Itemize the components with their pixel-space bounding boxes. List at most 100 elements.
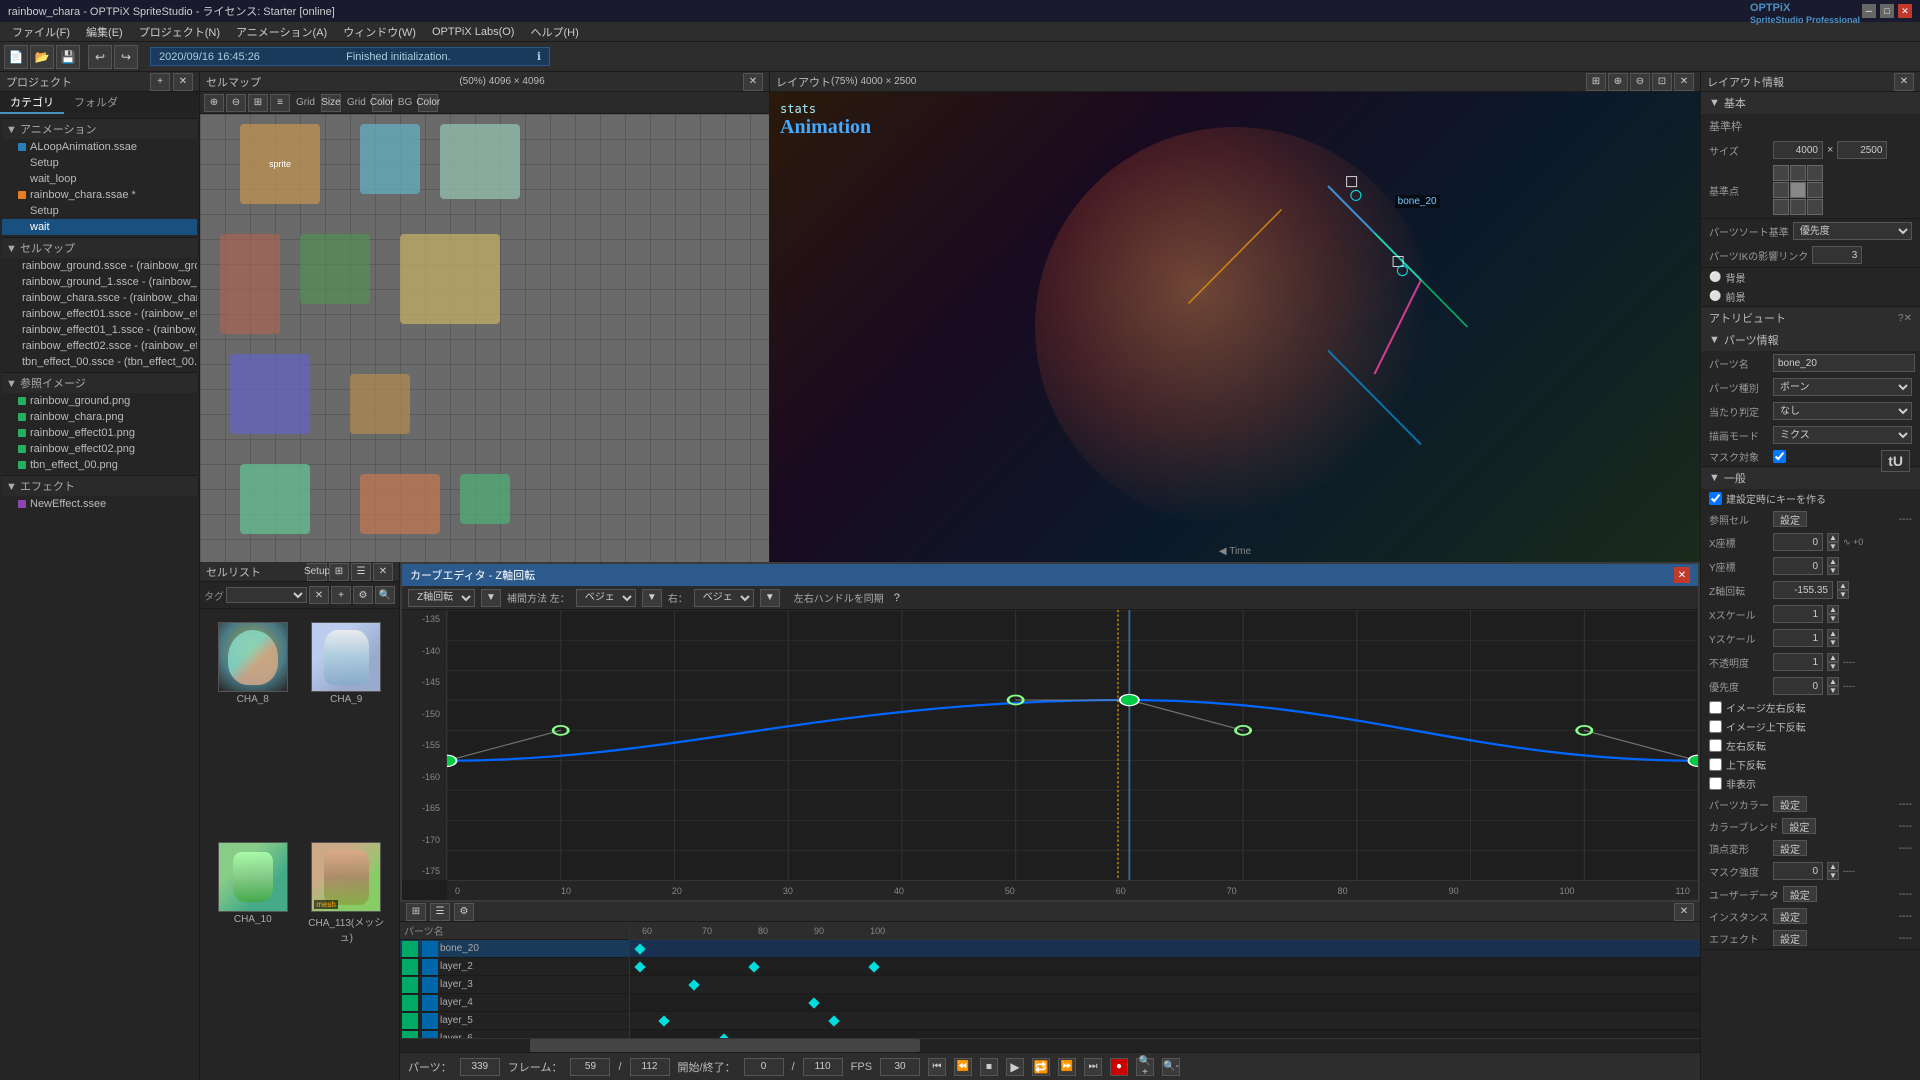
- anim-layout-btn[interactable]: ⊞: [1586, 73, 1606, 91]
- redo-button[interactable]: ↪: [114, 45, 138, 69]
- rp-y-input[interactable]: [1773, 557, 1823, 575]
- tab-category[interactable]: カテゴリ: [0, 92, 64, 114]
- project-close-button[interactable]: ✕: [173, 73, 193, 91]
- tree-item-chara-ssce[interactable]: rainbow_chara.ssce - (rainbow_chara...: [2, 290, 197, 306]
- menu-project[interactable]: プロジェクト(N): [131, 22, 228, 42]
- anim-zoom-in[interactable]: ⊕: [1608, 73, 1628, 91]
- interp-right-select[interactable]: ベジェ: [694, 589, 754, 607]
- minimize-button[interactable]: ─: [1862, 4, 1876, 18]
- rp-hidden-checkbox[interactable]: [1709, 777, 1722, 790]
- rp-priority-input[interactable]: [1773, 677, 1823, 695]
- rp-size-h[interactable]: [1837, 141, 1887, 159]
- tl-close-btn[interactable]: ✕: [1674, 903, 1694, 921]
- play-loop-btn[interactable]: 🔁: [1032, 1058, 1050, 1076]
- menu-file[interactable]: ファイル(F): [4, 22, 78, 42]
- fps-input[interactable]: [880, 1058, 920, 1076]
- rp-vertexcolor-setbtn[interactable]: 設定: [1773, 796, 1807, 812]
- new-button[interactable]: 📄: [4, 45, 28, 69]
- rp-close-btn[interactable]: ✕: [1894, 73, 1914, 91]
- tree-item-chara[interactable]: rainbow_chara.ssae *: [2, 187, 197, 203]
- interp-left-dropdown[interactable]: ▼: [642, 589, 662, 607]
- rp-xscale-input[interactable]: [1773, 605, 1823, 623]
- rp-draw-select[interactable]: ミクス: [1773, 426, 1912, 444]
- rp-maskint-up[interactable]: ▲: [1827, 862, 1839, 871]
- tree-item-ground1[interactable]: rainbow_ground_1.ssce - (rainbow_g...: [2, 274, 197, 290]
- tl-row-4[interactable]: layer_4: [400, 994, 629, 1012]
- tag-add-btn[interactable]: +: [331, 586, 351, 604]
- origin-ml[interactable]: [1773, 182, 1789, 198]
- rp-priority-down[interactable]: ▼: [1827, 686, 1839, 695]
- anim-close-btn[interactable]: ✕: [1674, 73, 1694, 91]
- cell-item-cha8[interactable]: CHA_8: [208, 617, 298, 833]
- tree-effect[interactable]: NewEffect.ssee: [2, 496, 197, 512]
- menu-edit[interactable]: 編集(E): [78, 22, 131, 42]
- rp-size-w[interactable]: [1773, 141, 1823, 159]
- start-frame-input[interactable]: [744, 1058, 784, 1076]
- zoom-out-btn[interactable]: ⊖: [226, 94, 246, 112]
- origin-tc[interactable]: [1790, 165, 1806, 181]
- rp-xscale-up[interactable]: ▲: [1827, 605, 1839, 614]
- grid-view-btn[interactable]: ⊞: [248, 94, 268, 112]
- zoom-tl-out[interactable]: 🔍-: [1162, 1058, 1180, 1076]
- tree-img-tbn[interactable]: tbn_effect_00.png: [2, 457, 197, 473]
- tree-item-effect02[interactable]: rainbow_effect02.ssce - (rainbow_effe...: [2, 338, 197, 354]
- go-last-btn[interactable]: ⏭: [1084, 1058, 1102, 1076]
- rp-maskint-down[interactable]: ▼: [1827, 871, 1839, 880]
- tree-item-chara-setup[interactable]: Setup: [2, 203, 197, 219]
- rp-colorblend-setbtn[interactable]: 設定: [1782, 818, 1816, 834]
- rp-zrot-up[interactable]: ▲: [1837, 581, 1849, 590]
- tl-btn2[interactable]: ☰: [430, 903, 450, 921]
- rp-yscale-down[interactable]: ▼: [1827, 638, 1839, 647]
- tl-row-2[interactable]: layer_2: [400, 958, 629, 976]
- tree-item-tbn[interactable]: tbn_effect_00.ssce - (tbn_effect_00.png: [2, 354, 197, 370]
- attr-dropdown-btn[interactable]: ▼: [481, 589, 501, 607]
- rp-flipud-checkbox[interactable]: [1709, 758, 1722, 771]
- origin-bc[interactable]: [1790, 199, 1806, 215]
- rp-zrot-input[interactable]: [1773, 581, 1833, 599]
- rp-effect-setbtn[interactable]: 設定: [1773, 930, 1807, 946]
- menu-animation[interactable]: アニメーション(A): [228, 22, 335, 42]
- step-fwd-btn[interactable]: ⏩: [1058, 1058, 1076, 1076]
- cellmap-close-btn[interactable]: ✕: [743, 73, 763, 91]
- curve-editor-close-btn[interactable]: ✕: [1674, 567, 1690, 583]
- tree-item-wait[interactable]: wait: [2, 219, 197, 235]
- rp-zrot-down[interactable]: ▼: [1837, 590, 1849, 599]
- tree-img-ground[interactable]: rainbow_ground.png: [2, 393, 197, 409]
- tag-search-btn[interactable]: 🔍: [375, 586, 395, 604]
- tl-row-6[interactable]: layer_6: [400, 1030, 629, 1038]
- list-view-btn[interactable]: ≡: [270, 94, 290, 112]
- origin-mr[interactable]: [1807, 182, 1823, 198]
- tree-img-effect01[interactable]: rainbow_effect01.png: [2, 425, 197, 441]
- end-frame-input[interactable]: [803, 1058, 843, 1076]
- total-frame-input[interactable]: [630, 1058, 670, 1076]
- zoom-tl-in[interactable]: 🔍+: [1136, 1058, 1154, 1076]
- maximize-button[interactable]: □: [1880, 4, 1894, 18]
- tree-item-ground[interactable]: rainbow_ground.ssce - (rainbow_gro...: [2, 258, 197, 274]
- rp-fliplr-checkbox[interactable]: [1709, 739, 1722, 752]
- origin-br[interactable]: [1807, 199, 1823, 215]
- rp-yscale-input[interactable]: [1773, 629, 1823, 647]
- go-first-btn[interactable]: ⏮: [928, 1058, 946, 1076]
- rp-y-up[interactable]: ▲: [1827, 557, 1839, 566]
- close-button[interactable]: ✕: [1898, 4, 1912, 18]
- anim-zoom-out[interactable]: ⊖: [1630, 73, 1650, 91]
- tag-settings-btn[interactable]: ⚙: [353, 586, 373, 604]
- open-button[interactable]: 📂: [30, 45, 54, 69]
- current-frame-input[interactable]: [570, 1058, 610, 1076]
- cell-item-cha9[interactable]: CHA_9: [302, 617, 392, 833]
- tree-item-effect01[interactable]: rainbow_effect01.ssce - (rainbow_effe...: [2, 306, 197, 322]
- tl-btn1[interactable]: ⊞: [406, 903, 426, 921]
- tag-select[interactable]: [226, 587, 307, 603]
- rp-mask-checkbox[interactable]: [1773, 450, 1786, 463]
- attribute-select[interactable]: Z軸回転: [408, 589, 475, 607]
- cell-grid-btn[interactable]: ⊞: [329, 563, 349, 581]
- timeline-scrollbar[interactable]: [400, 1038, 1700, 1052]
- interp-right-dropdown[interactable]: ▼: [760, 589, 780, 607]
- rp-createkey-checkbox[interactable]: [1709, 492, 1722, 505]
- rp-partname-input[interactable]: [1773, 354, 1915, 372]
- tag-clear-btn[interactable]: ✕: [309, 586, 329, 604]
- rp-fliph-checkbox[interactable]: [1709, 701, 1722, 714]
- cell-setup-btn[interactable]: Setup: [307, 563, 327, 581]
- bg-color-btn[interactable]: Color: [418, 94, 438, 112]
- menu-help[interactable]: ヘルプ(H): [522, 22, 586, 42]
